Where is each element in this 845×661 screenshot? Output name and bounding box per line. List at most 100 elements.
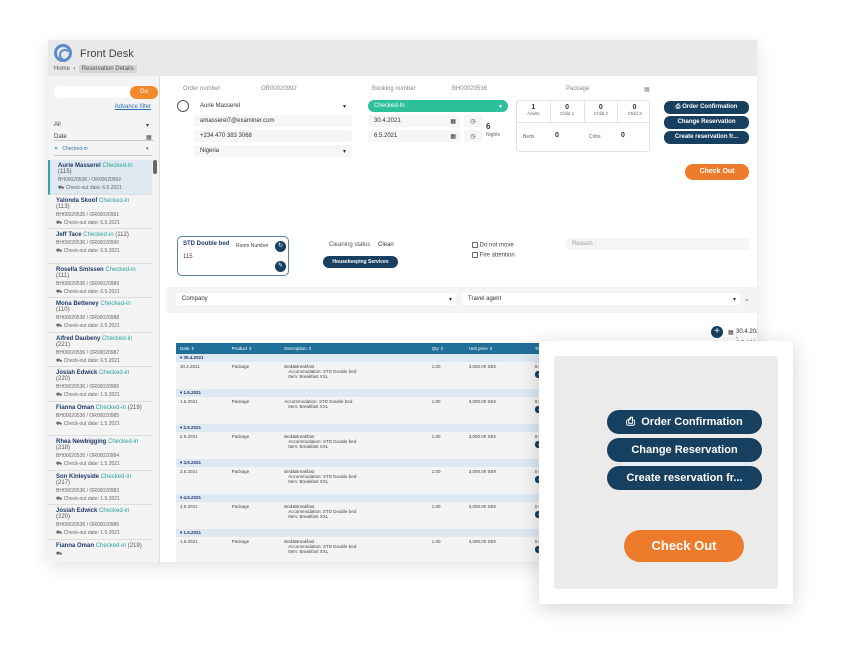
date-filter[interactable]: Date ▦ — [54, 134, 154, 141]
column-header[interactable]: Qty ⇕ — [427, 343, 465, 354]
change-reservation-button[interactable]: Change Reservation — [664, 116, 749, 129]
date-from-field[interactable]: 30.4.2021 ▦ — [368, 115, 460, 127]
guest-name: Rosella Smissen Checked-in (111) — [56, 267, 144, 279]
cell-description: Bed&Breakfast Accommodation: STD Double b… — [280, 467, 428, 494]
child1-cell[interactable]: 0 Child 1 — [551, 101, 585, 122]
desc-line: Item: Breakfast XXL — [288, 404, 329, 409]
order-confirmation-label: Order Confirmation — [682, 104, 738, 110]
go-button[interactable]: Go — [130, 86, 158, 99]
package-icon[interactable]: ▦ — [644, 86, 650, 93]
calendar-icon[interactable]: ▦ — [728, 329, 734, 336]
actions-zoom-panel: ⎙ Order Confirmation Change Reservation … — [539, 341, 793, 604]
group-date-text: 1.5.2021 — [183, 390, 202, 395]
date-to-field[interactable]: 6.5.2021 ▦ — [368, 130, 460, 142]
child2-cell[interactable]: 0 Child 2 — [585, 101, 619, 122]
status-text: Checked-in — [100, 301, 131, 307]
list-item[interactable]: Jeff Tace Checked-in (112) BH00020536 / … — [48, 229, 152, 264]
column-header[interactable]: Description ⇕ — [280, 343, 428, 354]
list-item[interactable]: Yalonda Skoof Checked-in (113) BH0002053… — [48, 194, 152, 229]
change-reservation-button[interactable]: Change Reservation — [607, 438, 762, 462]
cell-description: Accommodation: STD Double bed Item: Break… — [280, 397, 428, 424]
list-item[interactable]: Aurie Masserel Checked-in (115) BH000205… — [48, 160, 152, 195]
guest-name: Rhea Newbigging Checked-in (218) — [56, 439, 144, 451]
order-confirmation-label: Order Confirmation — [641, 416, 743, 428]
housekeeping-button[interactable]: Housekeeping Services — [323, 256, 398, 268]
room-text: (115) — [58, 169, 72, 175]
edit-icon[interactable]: ✎ — [275, 261, 286, 272]
chevron-down-icon: ▾ — [180, 355, 183, 360]
create-reservation-button[interactable]: Create reservation fr... — [664, 131, 749, 144]
filter-all-select[interactable]: All ▾ — [54, 122, 149, 129]
clock-icon[interactable]: ◷ — [464, 115, 482, 127]
checkout-date: Check-out date: 1.5.2021 — [63, 461, 120, 467]
close-icon[interactable]: ✕ — [54, 146, 58, 152]
list-item[interactable]: Fianna Oman Checked-in (219) BH00020536 … — [48, 401, 152, 436]
company-bar: Company ▾ Travel agent ▾ ⌄ — [166, 287, 757, 313]
cell-qty: 1.00 — [427, 432, 465, 459]
reference-numbers: BH00020536 / OR00020989 — [56, 280, 120, 287]
desc-line: Item: Breakfast XXL — [288, 514, 329, 519]
column-header[interactable]: Product ⇕ — [227, 343, 281, 354]
beds-count[interactable]: 0 — [555, 132, 559, 139]
printer-icon: ⎙ — [626, 416, 636, 428]
list-item[interactable]: Josiah Edwick Checked-in (220) BH0002053… — [48, 367, 152, 402]
status-select[interactable]: Checked-In ▾ — [368, 100, 508, 112]
order-confirmation-button[interactable]: ⎙ Order Confirmation — [664, 101, 749, 114]
order-confirmation-button[interactable]: ⎙ Order Confirmation — [607, 410, 762, 434]
list-item[interactable]: Alfred Daubeny Checked-in (221) BH000205… — [48, 332, 152, 367]
adults-cell[interactable]: 1 Adults — [517, 101, 551, 122]
check-out-button[interactable]: Check Out — [685, 164, 749, 180]
group-date-text: 30.4.2021 — [183, 355, 204, 360]
country-value: Nigeria — [200, 148, 220, 154]
cell-product: Package — [227, 362, 281, 389]
calendar-icon[interactable]: ▦ — [450, 118, 456, 125]
column-header[interactable]: Unit price ⇕ — [464, 343, 531, 354]
cell-date: 2.5.2021 — [176, 432, 228, 459]
calendar-icon[interactable]: ▦ — [450, 133, 456, 140]
list-item[interactable]: Rhea Newbigging Checked-in (218) BH00020… — [48, 436, 152, 471]
guest-select[interactable]: Aurie Masserel ▾ — [194, 100, 352, 112]
create-reservation-button[interactable]: Create reservation fr... — [607, 466, 762, 490]
chevron-down-icon: ▾ — [180, 495, 183, 500]
chevron-down-icon: ▾ — [180, 530, 183, 535]
list-item[interactable]: Fianna Oman Checked-in (219) ⛟ — [48, 539, 152, 562]
checkout-date: Check-out date: 1.5.2021 — [63, 392, 120, 398]
advance-filter-link[interactable]: Advance filter — [115, 104, 151, 110]
date-filter-label: Date — [54, 134, 67, 140]
refresh-icon[interactable]: ↻ — [275, 241, 286, 252]
booking-number-label: Booking number — [372, 86, 416, 92]
company-label: Company — [182, 296, 208, 302]
room-card[interactable]: STD Double bed Room Number 115 ↻ ✎ — [177, 236, 289, 276]
do-not-move-checkbox[interactable]: Do not move — [472, 242, 514, 249]
travel-agent-select[interactable]: Travel agent ▾ — [462, 293, 740, 305]
search-input[interactable] — [54, 86, 134, 98]
email-field[interactable]: amasserel7@examiner.com — [194, 115, 352, 127]
column-header[interactable]: Date ⇕ — [176, 343, 228, 354]
breadcrumb-home[interactable]: Home — [54, 66, 70, 72]
status-text: Checked-in — [99, 370, 130, 376]
phone-field[interactable]: +234 470 383 3068 — [194, 130, 352, 142]
add-icon[interactable]: + — [711, 326, 723, 338]
reference-numbers: BH00020536 / OR00020985 — [56, 412, 120, 419]
status-chip[interactable]: ✕ Checked-in ▾ — [54, 146, 152, 156]
country-select[interactable]: Nigeria ▾ — [194, 145, 352, 157]
reason-input[interactable]: Reason : — [566, 238, 749, 250]
cell-qty: 1.00 — [427, 467, 465, 494]
check-out-button[interactable]: Check Out — [624, 530, 744, 562]
list-item[interactable]: Rosella Smissen Checked-in (111) BH00020… — [48, 263, 152, 298]
car-icon: ⛟ — [56, 323, 63, 329]
scrollbar[interactable] — [153, 160, 157, 174]
cribs-count[interactable]: 0 — [621, 132, 625, 139]
chevron-down-icon[interactable]: ⌄ — [744, 295, 750, 303]
cell-unit-price: 3,000.00 SEK — [464, 537, 531, 562]
list-item[interactable]: Son Kinleyside Checked-in (217) BH000205… — [48, 470, 152, 505]
fire-attention-checkbox[interactable]: Fire attention — [472, 252, 515, 259]
list-item[interactable]: Mona Betteney Checked-in (110) BH0002053… — [48, 298, 152, 333]
clock-icon[interactable]: ◷ — [464, 130, 482, 142]
list-item[interactable]: Josiah Edwick Checked-in (220) BH0002053… — [48, 505, 152, 540]
order-number-label: Order number — [183, 86, 221, 92]
child3-cell[interactable]: 0 Child 3 — [618, 101, 651, 122]
guest-name: Yalonda Skoof Checked-in (113) — [56, 198, 144, 210]
guest-name: Fianna Oman Checked-in (219) — [56, 405, 144, 411]
company-select[interactable]: Company ▾ — [176, 293, 456, 305]
